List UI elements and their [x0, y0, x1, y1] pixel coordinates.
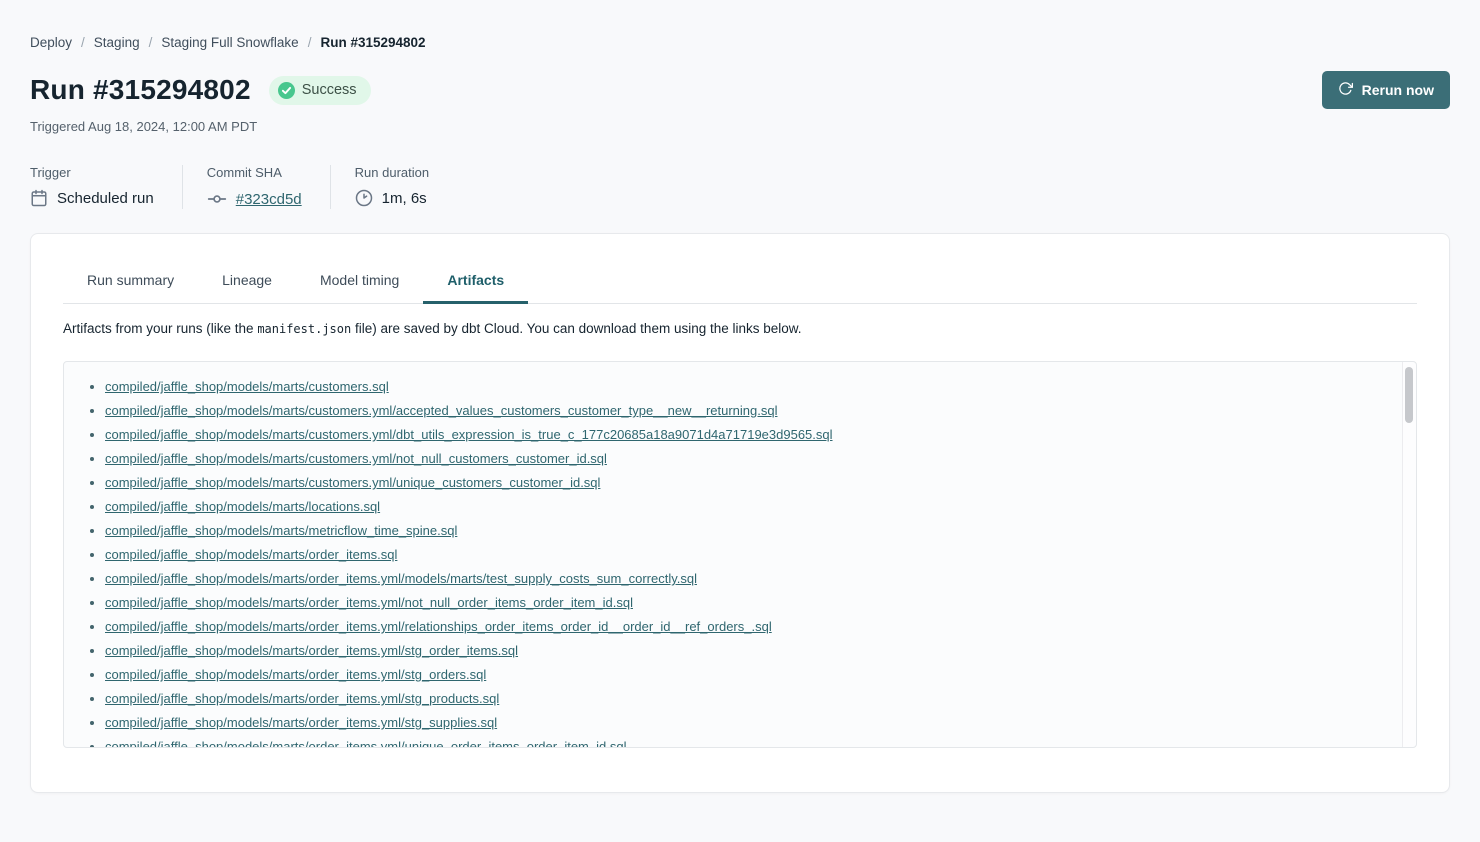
breadcrumb-current-run: Run #315294802 — [320, 35, 425, 50]
breadcrumb: Deploy / Staging / Staging Full Snowflak… — [30, 35, 1450, 50]
tab-artifacts[interactable]: Artifacts — [423, 261, 528, 304]
status-badge: Success — [269, 76, 371, 105]
artifact-link[interactable]: compiled/jaffle_shop/models/marts/custom… — [105, 379, 389, 394]
commit-sha-label: Commit SHA — [207, 165, 302, 180]
tab-bar: Run summary Lineage Model timing Artifac… — [63, 261, 1417, 304]
artifact-link[interactable]: compiled/jaffle_shop/models/marts/order_… — [105, 691, 499, 706]
description-text: Artifacts from your runs (like the — [63, 321, 257, 336]
run-duration-label: Run duration — [355, 165, 429, 180]
breadcrumb-staging-full-snowflake[interactable]: Staging Full Snowflake — [161, 35, 298, 50]
scrollbar-track[interactable] — [1402, 362, 1416, 747]
manifest-json-code: manifest.json — [257, 322, 351, 336]
trigger-label: Trigger — [30, 165, 154, 180]
artifact-list-item: compiled/jaffle_shop/models/marts/custom… — [105, 375, 1376, 399]
artifact-link[interactable]: compiled/jaffle_shop/models/marts/custom… — [105, 475, 600, 490]
artifact-list-item: compiled/jaffle_shop/models/marts/custom… — [105, 423, 1376, 447]
success-check-icon — [278, 82, 295, 99]
run-meta-row: Trigger Scheduled run Commit SHA — [30, 165, 1450, 209]
scrollbar-thumb[interactable] — [1405, 367, 1413, 423]
status-badge-label: Success — [302, 82, 357, 98]
artifact-link[interactable]: compiled/jaffle_shop/models/marts/order_… — [105, 667, 486, 682]
calendar-icon — [30, 189, 48, 207]
artifact-list-item: compiled/jaffle_shop/models/marts/order_… — [105, 543, 1376, 567]
description-text: file) are saved by dbt Cloud. You can do… — [351, 321, 801, 336]
artifact-list: compiled/jaffle_shop/models/marts/custom… — [64, 362, 1416, 748]
artifact-list-item: compiled/jaffle_shop/models/marts/order_… — [105, 591, 1376, 615]
tab-run-summary[interactable]: Run summary — [63, 261, 198, 304]
commit-sha-link[interactable]: #323cd5d — [236, 191, 302, 208]
artifacts-description: Artifacts from your runs (like the manif… — [63, 321, 1417, 336]
artifact-list-item: compiled/jaffle_shop/models/marts/custom… — [105, 447, 1376, 471]
artifact-link[interactable]: compiled/jaffle_shop/models/marts/order_… — [105, 643, 518, 658]
page-title: Run #315294802 — [30, 74, 251, 106]
artifact-list-item: compiled/jaffle_shop/models/marts/order_… — [105, 639, 1376, 663]
artifact-link[interactable]: compiled/jaffle_shop/models/marts/order_… — [105, 739, 626, 748]
run-duration-value: 1m, 6s — [382, 190, 427, 207]
artifact-list-item: compiled/jaffle_shop/models/marts/metric… — [105, 519, 1376, 543]
git-commit-icon — [207, 189, 227, 209]
artifact-list-item: compiled/jaffle_shop/models/marts/order_… — [105, 663, 1376, 687]
rerun-button-label: Rerun now — [1362, 82, 1434, 98]
clock-icon — [355, 189, 373, 207]
artifact-link[interactable]: compiled/jaffle_shop/models/marts/order_… — [105, 547, 397, 562]
artifact-list-item: compiled/jaffle_shop/models/marts/order_… — [105, 711, 1376, 735]
artifact-link[interactable]: compiled/jaffle_shop/models/marts/order_… — [105, 595, 633, 610]
artifact-link[interactable]: compiled/jaffle_shop/models/marts/custom… — [105, 451, 607, 466]
artifact-list-item: compiled/jaffle_shop/models/marts/order_… — [105, 567, 1376, 591]
artifact-link[interactable]: compiled/jaffle_shop/models/marts/metric… — [105, 523, 457, 538]
tab-lineage[interactable]: Lineage — [198, 261, 296, 304]
run-detail-card: Run summary Lineage Model timing Artifac… — [30, 233, 1450, 793]
artifact-list-item: compiled/jaffle_shop/models/marts/custom… — [105, 399, 1376, 423]
rerun-now-button[interactable]: Rerun now — [1322, 71, 1450, 109]
rerun-icon — [1338, 81, 1353, 99]
artifact-list-container: compiled/jaffle_shop/models/marts/custom… — [63, 361, 1417, 748]
artifact-list-item: compiled/jaffle_shop/models/marts/locati… — [105, 495, 1376, 519]
run-detail-page: Deploy / Staging / Staging Full Snowflak… — [0, 0, 1480, 793]
breadcrumb-staging[interactable]: Staging — [94, 35, 140, 50]
breadcrumb-separator: / — [81, 35, 85, 50]
artifact-link[interactable]: compiled/jaffle_shop/models/marts/custom… — [105, 403, 777, 418]
meta-duration: Run duration 1m, 6s — [331, 165, 457, 209]
tab-model-timing[interactable]: Model timing — [296, 261, 423, 304]
breadcrumb-deploy[interactable]: Deploy — [30, 35, 72, 50]
artifact-link[interactable]: compiled/jaffle_shop/models/marts/order_… — [105, 619, 772, 634]
breadcrumb-separator: / — [308, 35, 312, 50]
artifact-link[interactable]: compiled/jaffle_shop/models/marts/custom… — [105, 427, 833, 442]
artifact-list-item: compiled/jaffle_shop/models/marts/order_… — [105, 615, 1376, 639]
meta-commit: Commit SHA #323cd5d — [183, 165, 330, 209]
artifact-list-item: compiled/jaffle_shop/models/marts/order_… — [105, 687, 1376, 711]
meta-trigger: Trigger Scheduled run — [30, 165, 182, 209]
triggered-timestamp: Triggered Aug 18, 2024, 12:00 AM PDT — [30, 119, 1450, 134]
artifact-link[interactable]: compiled/jaffle_shop/models/marts/locati… — [105, 499, 380, 514]
artifact-list-item: compiled/jaffle_shop/models/marts/custom… — [105, 471, 1376, 495]
breadcrumb-separator: / — [149, 35, 153, 50]
artifact-link[interactable]: compiled/jaffle_shop/models/marts/order_… — [105, 715, 497, 730]
artifact-list-item: compiled/jaffle_shop/models/marts/order_… — [105, 735, 1376, 748]
artifact-link[interactable]: compiled/jaffle_shop/models/marts/order_… — [105, 571, 697, 586]
trigger-value: Scheduled run — [57, 190, 154, 207]
header-row: Run #315294802 Success Rerun now — [30, 71, 1450, 109]
